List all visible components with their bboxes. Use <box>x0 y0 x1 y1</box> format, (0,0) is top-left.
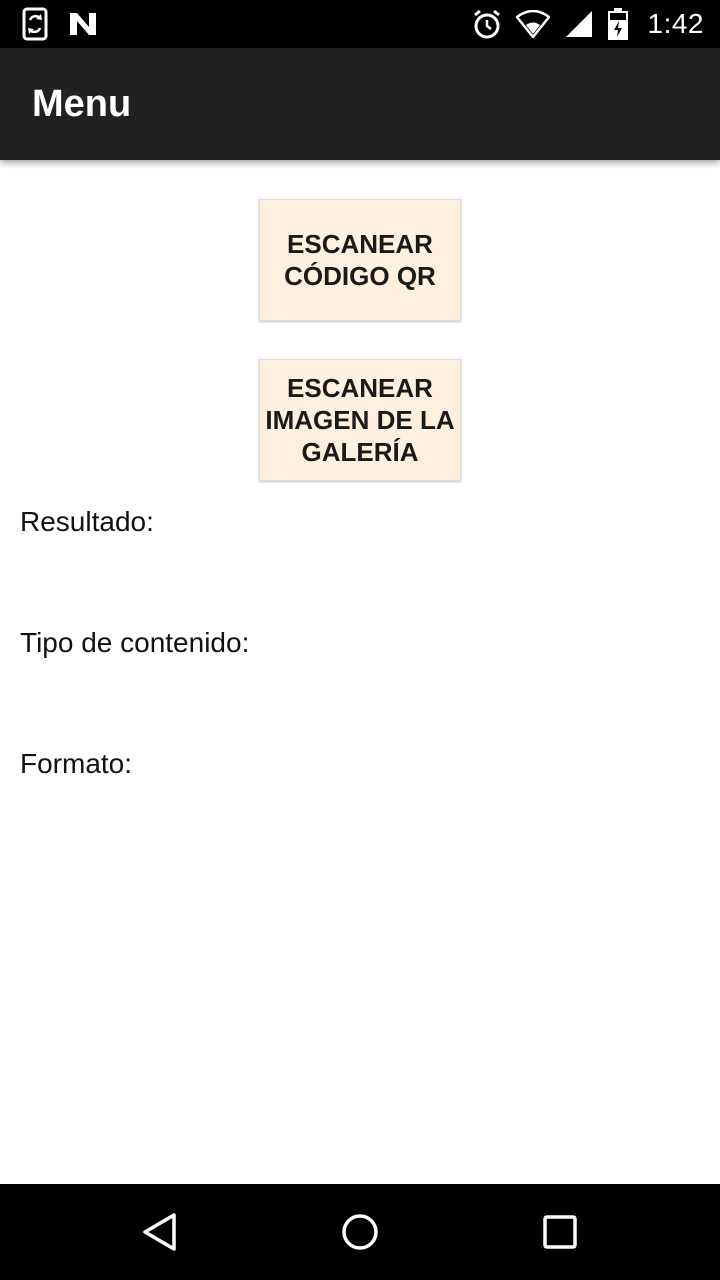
n-notification-icon <box>68 9 98 39</box>
sync-phone-icon <box>22 7 50 41</box>
home-button[interactable] <box>336 1208 384 1256</box>
nav-bar <box>0 1184 720 1280</box>
status-right-icons: 1:42 <box>472 6 705 42</box>
back-button[interactable] <box>136 1208 184 1256</box>
recents-icon <box>540 1212 580 1252</box>
screen: 1:42 Menu ESCANEAR CÓDIGO QR ESCANEAR IM… <box>0 0 720 1280</box>
recents-button[interactable] <box>536 1208 584 1256</box>
app-bar: Menu <box>0 48 720 160</box>
scan-gallery-button[interactable]: ESCANEAR IMAGEN DE LA GALERÍA <box>259 359 461 481</box>
home-icon <box>340 1212 380 1252</box>
status-left-icons <box>22 6 98 42</box>
app-title: Menu <box>32 83 132 125</box>
alarm-icon <box>472 8 502 40</box>
back-icon <box>140 1212 180 1252</box>
result-label: Resultado: <box>20 506 154 537</box>
main-content: ESCANEAR CÓDIGO QR ESCANEAR IMAGEN DE LA… <box>0 160 720 1184</box>
format-label: Formato: <box>20 748 133 779</box>
status-bar: 1:42 <box>0 0 720 48</box>
status-time: 1:42 <box>647 8 704 39</box>
scan-qr-button[interactable]: ESCANEAR CÓDIGO QR <box>259 199 461 321</box>
content-type-label: Tipo de contenido: <box>20 627 250 658</box>
wifi-icon <box>515 10 550 38</box>
battery-icon <box>607 8 628 40</box>
signal-icon <box>564 9 594 39</box>
